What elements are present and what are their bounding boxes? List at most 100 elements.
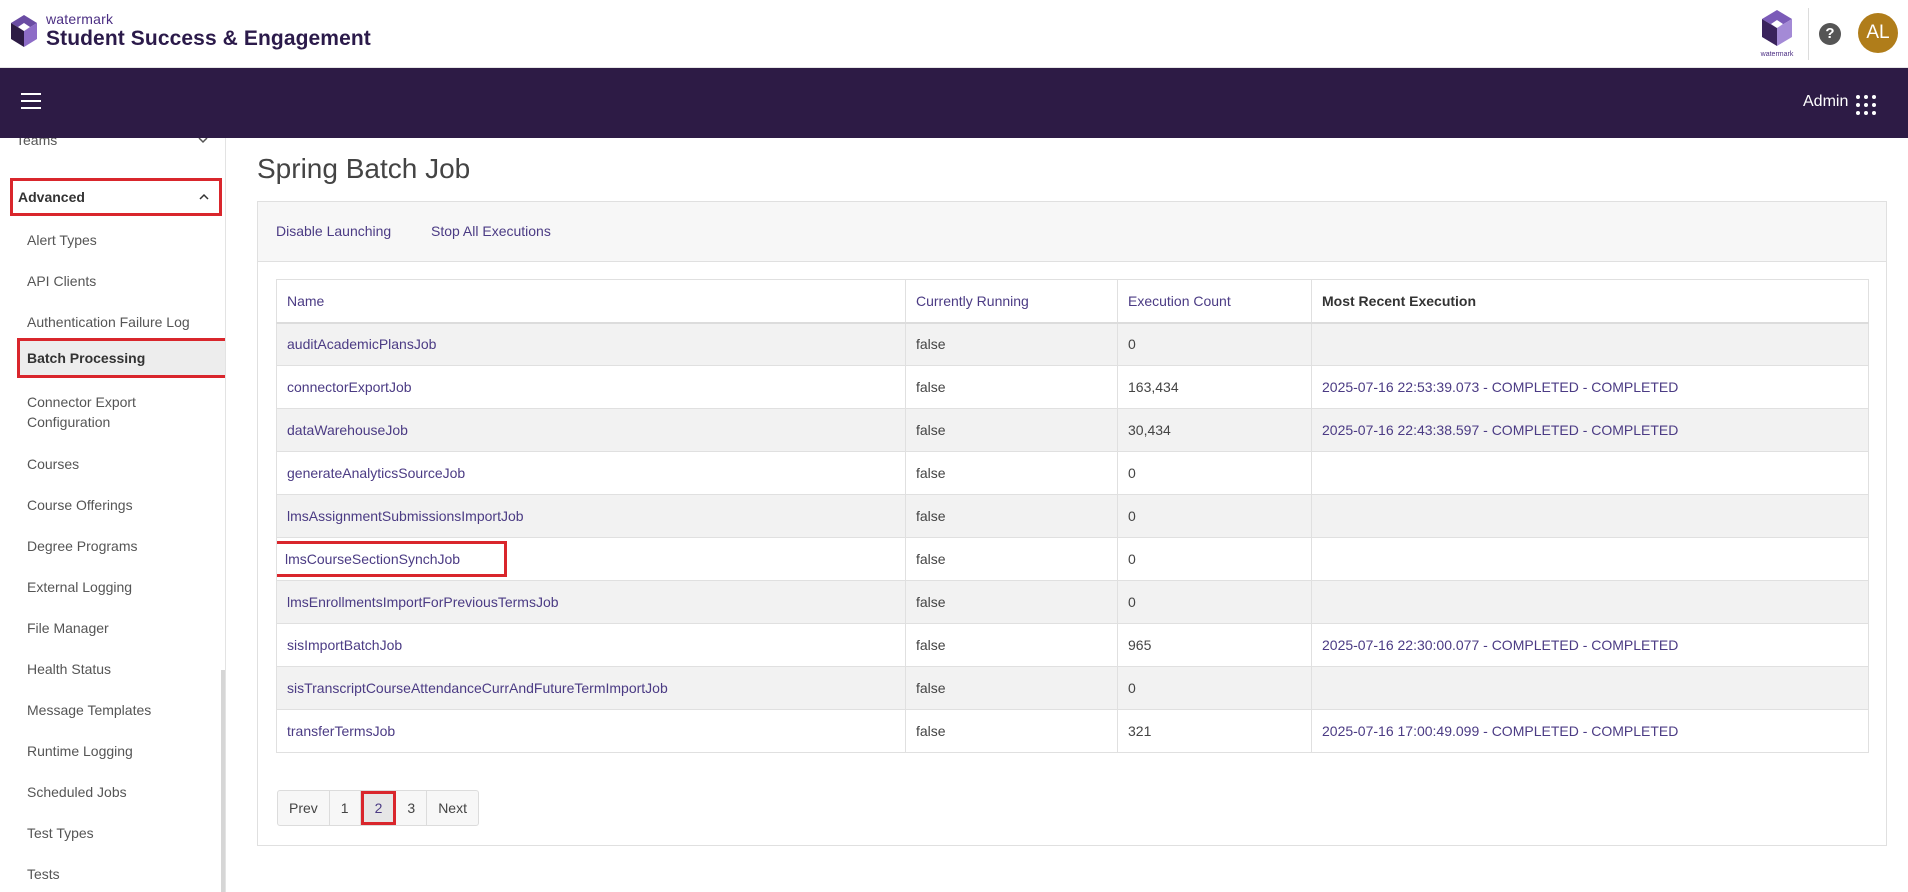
execution-count-cell: 30,434 (1117, 408, 1312, 452)
most-recent-execution-link[interactable]: 2025-07-16 22:53:39.073 - COMPLETED - CO… (1311, 365, 1869, 409)
job-name-cell: lmsCourseSectionSynchJob (276, 537, 906, 581)
job-name-link[interactable]: auditAcademicPlansJob (276, 322, 906, 366)
sidebar-item-runtime-logging[interactable]: Runtime Logging (27, 741, 217, 761)
currently-running-cell: false (905, 494, 1118, 538)
batch-job-panel: Disable Launching Stop All Executions Na… (257, 201, 1887, 846)
table-row: lmsEnrollmentsImportForPreviousTermsJob … (276, 580, 1869, 624)
column-header-name[interactable]: Name (276, 279, 906, 324)
currently-running-cell: false (905, 623, 1118, 667)
column-header-execution-count[interactable]: Execution Count (1117, 279, 1312, 324)
sidebar: Teams Advanced Alert Types API Clients A… (0, 138, 226, 892)
sidebar-item-teams[interactable]: Teams (16, 138, 210, 154)
execution-count-cell: 0 (1117, 537, 1312, 581)
currently-running-cell: false (905, 709, 1118, 753)
watermark-product-label: watermark (1760, 51, 1794, 58)
currently-running-cell: false (905, 365, 1118, 409)
table-row: sisImportBatchJob false 965 2025-07-16 2… (276, 623, 1869, 667)
top-header: watermark Student Success & Engagement w… (0, 0, 1908, 68)
pagination: Prev 1 2 3 Next (277, 790, 479, 826)
sidebar-item-health-status[interactable]: Health Status (27, 659, 217, 679)
sidebar-item-course-offerings[interactable]: Course Offerings (27, 495, 217, 515)
table-row: dataWarehouseJob false 30,434 2025-07-16… (276, 408, 1869, 452)
apps-grid-icon[interactable] (1856, 95, 1876, 115)
sidebar-item-label: Teams (16, 138, 58, 148)
sidebar-item-alert-types[interactable]: Alert Types (27, 230, 217, 250)
disable-launching-link[interactable]: Disable Launching (276, 223, 391, 239)
table-row: transferTermsJob false 321 2025-07-16 17… (276, 709, 1869, 753)
watermark-product-logo[interactable]: watermark (1756, 8, 1798, 58)
table-row: sisTranscriptCourseAttendanceCurrAndFutu… (276, 666, 1869, 710)
execution-count-cell: 0 (1117, 322, 1312, 366)
watermark-logo-icon (11, 14, 37, 47)
brand-small-text: watermark (46, 11, 114, 27)
jobs-table: Name Currently Running Execution Count M… (276, 279, 1869, 753)
job-name-link[interactable]: dataWarehouseJob (276, 408, 906, 452)
sidebar-scrollbar[interactable] (221, 670, 225, 892)
sidebar-item-batch-processing[interactable]: Batch Processing (17, 338, 225, 378)
job-name-link[interactable]: sisImportBatchJob (276, 623, 906, 667)
job-name-link[interactable]: connectorExportJob (276, 365, 906, 409)
admin-label[interactable]: Admin (1803, 93, 1848, 111)
help-icon[interactable]: ? (1819, 23, 1841, 45)
execution-count-cell: 965 (1117, 623, 1312, 667)
job-name-link[interactable]: sisTranscriptCourseAttendanceCurrAndFutu… (276, 666, 906, 710)
sidebar-section-advanced[interactable]: Advanced (10, 178, 222, 216)
sidebar-item-scheduled-jobs[interactable]: Scheduled Jobs (27, 782, 217, 802)
sidebar-item-degree-programs[interactable]: Degree Programs (27, 536, 217, 556)
currently-running-cell: false (905, 580, 1118, 624)
execution-count-cell: 0 (1117, 451, 1312, 495)
currently-running-cell: false (905, 537, 1118, 581)
page-title: Spring Batch Job (257, 153, 471, 184)
most-recent-execution-link[interactable]: 2025-07-16 22:30:00.077 - COMPLETED - CO… (1311, 623, 1869, 667)
most-recent-execution-link[interactable]: 2025-07-16 17:00:49.099 - COMPLETED - CO… (1311, 709, 1869, 753)
currently-running-cell: false (905, 408, 1118, 452)
sidebar-item-test-types[interactable]: Test Types (27, 823, 217, 843)
column-header-most-recent-execution: Most Recent Execution (1311, 279, 1869, 324)
sidebar-item-file-manager[interactable]: File Manager (27, 618, 217, 638)
panel-header: Disable Launching Stop All Executions (258, 202, 1886, 262)
table-row: connectorExportJob false 163,434 2025-07… (276, 365, 1869, 409)
currently-running-cell: false (905, 451, 1118, 495)
column-header-currently-running[interactable]: Currently Running (905, 279, 1118, 324)
job-name-link-highlighted[interactable]: lmsCourseSectionSynchJob (277, 541, 508, 577)
currently-running-cell: false (905, 322, 1118, 366)
job-name-link[interactable]: lmsEnrollmentsImportForPreviousTermsJob (276, 580, 906, 624)
most-recent-execution-link (1311, 494, 1869, 538)
pagination-next-button[interactable]: Next (427, 791, 478, 825)
brand-title: Student Success & Engagement (46, 27, 371, 50)
table-row: generateAnalyticsSourceJob false 0 (276, 451, 1869, 495)
sidebar-item-api-clients[interactable]: API Clients (27, 271, 217, 291)
pagination-page-1[interactable]: 1 (330, 791, 361, 825)
job-name-link[interactable]: generateAnalyticsSourceJob (276, 451, 906, 495)
table-row: auditAcademicPlansJob false 0 (276, 322, 1869, 366)
execution-count-cell: 0 (1117, 494, 1312, 538)
nav-bar: Admin (0, 68, 1908, 138)
sidebar-item-courses[interactable]: Courses (27, 454, 217, 474)
job-name-link[interactable]: transferTermsJob (276, 709, 906, 753)
execution-count-cell: 0 (1117, 580, 1312, 624)
chevron-up-icon (199, 193, 209, 200)
sidebar-section-label: Advanced (18, 189, 85, 205)
stop-all-executions-link[interactable]: Stop All Executions (431, 223, 551, 239)
header-divider (1808, 8, 1809, 60)
job-name-link[interactable]: lmsAssignmentSubmissionsImportJob (276, 494, 906, 538)
chevron-down-icon (198, 138, 208, 144)
pagination-page-2-active[interactable]: 2 (360, 791, 397, 825)
hamburger-menu-icon[interactable] (21, 93, 41, 111)
sidebar-item-label: Batch Processing (27, 350, 146, 366)
most-recent-execution-link (1311, 580, 1869, 624)
most-recent-execution-link (1311, 537, 1869, 581)
pagination-prev-button[interactable]: Prev (278, 791, 330, 825)
sidebar-item-tests[interactable]: Tests (27, 864, 217, 884)
execution-count-cell: 163,434 (1117, 365, 1312, 409)
sidebar-item-authentication-failure-log[interactable]: Authentication Failure Log (27, 312, 217, 332)
brand[interactable]: watermark Student Success & Engagement (8, 12, 371, 49)
sidebar-item-connector-export-configuration[interactable]: Connector Export Configuration (27, 392, 197, 432)
pagination-page-3[interactable]: 3 (396, 791, 428, 825)
most-recent-execution-link[interactable]: 2025-07-16 22:43:38.597 - COMPLETED - CO… (1311, 408, 1869, 452)
table-row: lmsAssignmentSubmissionsImportJob false … (276, 494, 1869, 538)
most-recent-execution-link (1311, 451, 1869, 495)
avatar[interactable]: AL (1858, 13, 1898, 53)
sidebar-item-message-templates[interactable]: Message Templates (27, 700, 217, 720)
sidebar-item-external-logging[interactable]: External Logging (27, 577, 217, 597)
